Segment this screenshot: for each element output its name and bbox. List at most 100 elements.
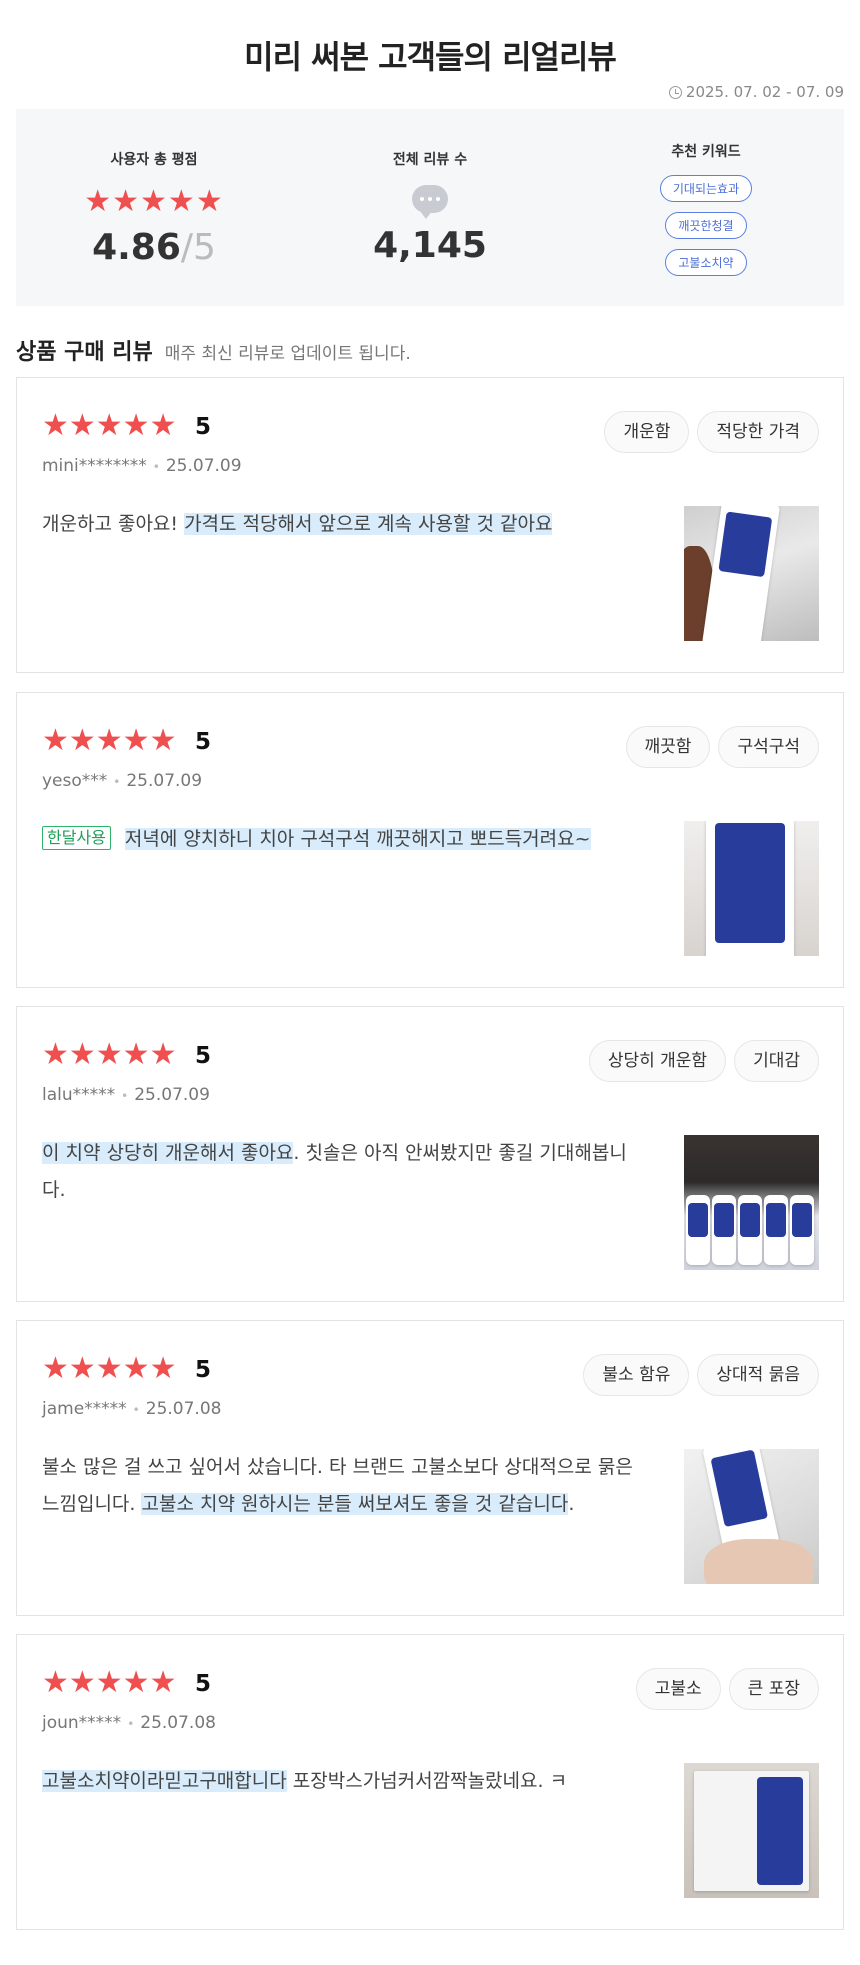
package-label bbox=[757, 1777, 804, 1885]
review-user: yeso*** bbox=[42, 771, 108, 791]
period-text: 2025. 07. 02 - 07. 09 bbox=[685, 83, 844, 101]
review-text-plain: 개운하고 좋아요! bbox=[42, 513, 185, 535]
review-user: mini******** bbox=[42, 456, 147, 476]
review-stars-icon: ★★★★★ bbox=[42, 1037, 177, 1072]
tube-label bbox=[710, 1449, 769, 1528]
page-title: 미리 써본 고객들의 리얼리뷰 bbox=[244, 38, 617, 76]
review-text: 이 치약 상당히 개운해서 좋아요. 칫솔은 아직 안써봤지만 좋길 기대해봅니… bbox=[42, 1135, 642, 1209]
review-photo[interactable] bbox=[684, 1135, 819, 1270]
review-tag[interactable]: 고불소 bbox=[635, 1668, 721, 1710]
review-text: 불소 많은 걸 쓰고 싶어서 샀습니다. 타 브랜드 고불소보다 상대적으로 묽… bbox=[42, 1449, 642, 1523]
review-text-highlight: 가격도 적당해서 앞으로 계속 사용할 것 같아요 bbox=[184, 513, 553, 535]
keyword-chip[interactable]: 고불소치약 bbox=[665, 249, 747, 276]
toothpaste-box bbox=[686, 1195, 710, 1265]
toothpaste-box bbox=[790, 1195, 814, 1265]
review-meta: lalu***** • 25.07.09 bbox=[42, 1085, 210, 1105]
review-meta: jame***** • 25.07.08 bbox=[42, 1399, 222, 1419]
review-summary-panel: 사용자 총 평점 ★★★★★ 4.86/5 전체 리뷰 수 4,145 추천 키… bbox=[16, 109, 844, 306]
review-text-highlight: 고불소 치약 원하시는 분들 써보셔도 좋을 것 같습니다 bbox=[141, 1493, 569, 1515]
review-meta: yeso*** • 25.07.09 bbox=[42, 771, 203, 791]
clock-icon bbox=[668, 85, 682, 99]
rating-summary: 사용자 총 평점 ★★★★★ 4.86/5 bbox=[16, 109, 292, 306]
review-photo[interactable] bbox=[684, 1449, 819, 1584]
toothpaste-tube bbox=[701, 506, 781, 641]
review-date: 25.07.09 bbox=[134, 1085, 210, 1105]
toothpaste-package bbox=[694, 1771, 809, 1891]
review-stars-icon: ★★★★★ bbox=[42, 1665, 177, 1700]
review-user: joun***** bbox=[42, 1713, 122, 1733]
review-score: 5 bbox=[195, 729, 212, 755]
review-tag[interactable]: 개운함 bbox=[604, 411, 690, 453]
review-user: jame***** bbox=[42, 1399, 127, 1419]
review-tag[interactable]: 기대감 bbox=[734, 1040, 819, 1082]
speech-bubble-icon bbox=[412, 185, 448, 219]
toothpaste-box bbox=[738, 1195, 762, 1265]
review-date: 25.07.08 bbox=[145, 1399, 222, 1419]
review-date: 25.07.09 bbox=[165, 456, 242, 476]
section-header: 상품 구매 리뷰 매주 최신 리뷰로 업데이트 됩니다. bbox=[16, 334, 411, 366]
review-period: 2025. 07. 02 - 07. 09 bbox=[668, 83, 844, 101]
review-date: 25.07.08 bbox=[140, 1713, 216, 1733]
review-tags: 불소 함유 상대적 묽음 bbox=[583, 1354, 819, 1396]
review-card[interactable]: ★★★★★ 5 lalu***** • 25.07.09 상당히 개운함 기대감 이… bbox=[16, 1006, 844, 1302]
review-text-highlight: 이 치약 상당히 개운해서 좋아요 bbox=[42, 1142, 294, 1164]
review-tag[interactable]: 구석구석 bbox=[718, 726, 819, 768]
keyword-chip[interactable]: 기대되는효과 bbox=[659, 175, 753, 202]
review-photo[interactable] bbox=[684, 1763, 819, 1898]
review-photo[interactable] bbox=[684, 821, 819, 956]
review-tags: 개운함 적당한 가격 bbox=[604, 411, 819, 453]
section-title: 상품 구매 리뷰 bbox=[16, 340, 153, 365]
review-text: 한달사용 저녁에 양치하니 치아 구석구석 깨끗해지고 뽀드득거려요~ bbox=[42, 821, 642, 858]
rating-label: 사용자 총 평점 bbox=[110, 152, 198, 168]
review-tag[interactable]: 불소 함유 bbox=[583, 1354, 690, 1396]
review-card[interactable]: ★★★★★ 5 mini******** • 25.07.09 개운함 적당한 가격… bbox=[16, 377, 844, 673]
review-score: 5 bbox=[195, 1043, 212, 1069]
review-score: 5 bbox=[195, 414, 212, 440]
review-stars-icon: ★★★★★ bbox=[42, 723, 177, 758]
review-tag[interactable]: 상당히 개운함 bbox=[588, 1040, 727, 1082]
usage-badge: 한달사용 bbox=[42, 826, 111, 850]
review-meta: joun***** • 25.07.08 bbox=[42, 1713, 216, 1733]
tube-label bbox=[714, 823, 786, 943]
toothpaste-box bbox=[764, 1195, 788, 1265]
review-text: 고불소치약이라믿고구매합니다 포장박스가넘커서깜짝놀랐네요. ㅋ bbox=[42, 1763, 642, 1800]
review-photo[interactable] bbox=[684, 506, 819, 641]
keyword-summary: 추천 키워드 기대되는효과 깨끗한청결 고불소치약 bbox=[568, 109, 844, 306]
review-card[interactable]: ★★★★★ 5 joun***** • 25.07.08 고불소 큰 포장 고불소치… bbox=[16, 1634, 844, 1930]
toothpaste-tube bbox=[706, 821, 794, 956]
review-tag[interactable]: 깨끗함 bbox=[625, 726, 711, 768]
review-text-highlight: 저녁에 양치하니 치아 구석구석 깨끗해지고 뽀드득거려요~ bbox=[124, 828, 591, 850]
review-text-highlight: 고불소치약이라믿고구매합니다 bbox=[42, 1770, 287, 1792]
rating-separator: / bbox=[180, 227, 194, 268]
review-text-after: 포장박스가넘커서깜짝놀랐네요. ㅋ bbox=[286, 1770, 568, 1792]
hand-shape bbox=[704, 1539, 814, 1584]
rating-number: 4.86 bbox=[92, 227, 181, 268]
review-meta: mini******** • 25.07.09 bbox=[42, 456, 242, 476]
review-tags: 상당히 개운함 기대감 bbox=[588, 1040, 819, 1082]
rating-value: 4.86/5 bbox=[16, 227, 292, 268]
review-tag[interactable]: 상대적 묽음 bbox=[697, 1354, 819, 1396]
rating-max: 5 bbox=[193, 227, 216, 268]
review-tags: 깨끗함 구석구석 bbox=[625, 726, 819, 768]
keyword-chip[interactable]: 깨끗한청결 bbox=[665, 212, 747, 239]
review-score: 5 bbox=[195, 1357, 212, 1383]
rating-stars-icon: ★★★★★ bbox=[84, 184, 224, 219]
review-stars-icon: ★★★★★ bbox=[42, 408, 177, 443]
review-count-summary: 전체 리뷰 수 4,145 bbox=[292, 109, 568, 306]
review-tags: 고불소 큰 포장 bbox=[635, 1668, 819, 1710]
review-card[interactable]: ★★★★★ 5 jame***** • 25.07.08 불소 함유 상대적 묽음 … bbox=[16, 1320, 844, 1616]
count-label: 전체 리뷰 수 bbox=[392, 152, 468, 168]
section-subtitle: 매주 최신 리뷰로 업데이트 됩니다. bbox=[164, 344, 411, 364]
review-stars-icon: ★★★★★ bbox=[42, 1351, 177, 1386]
tube-label bbox=[718, 511, 773, 578]
review-card[interactable]: ★★★★★ 5 yeso*** • 25.07.09 깨끗함 구석구석 한달사용 저녁… bbox=[16, 692, 844, 988]
review-user: lalu***** bbox=[42, 1085, 116, 1105]
review-count: 4,145 bbox=[373, 225, 487, 266]
review-text-after: . bbox=[568, 1493, 575, 1515]
review-score: 5 bbox=[195, 1671, 212, 1697]
keywords-label: 추천 키워드 bbox=[671, 144, 741, 160]
review-tag[interactable]: 적당한 가격 bbox=[697, 411, 819, 453]
review-tag[interactable]: 큰 포장 bbox=[728, 1668, 819, 1710]
review-text: 개운하고 좋아요! 가격도 적당해서 앞으로 계속 사용할 것 같아요 bbox=[42, 506, 642, 543]
toothpaste-box bbox=[712, 1195, 736, 1265]
